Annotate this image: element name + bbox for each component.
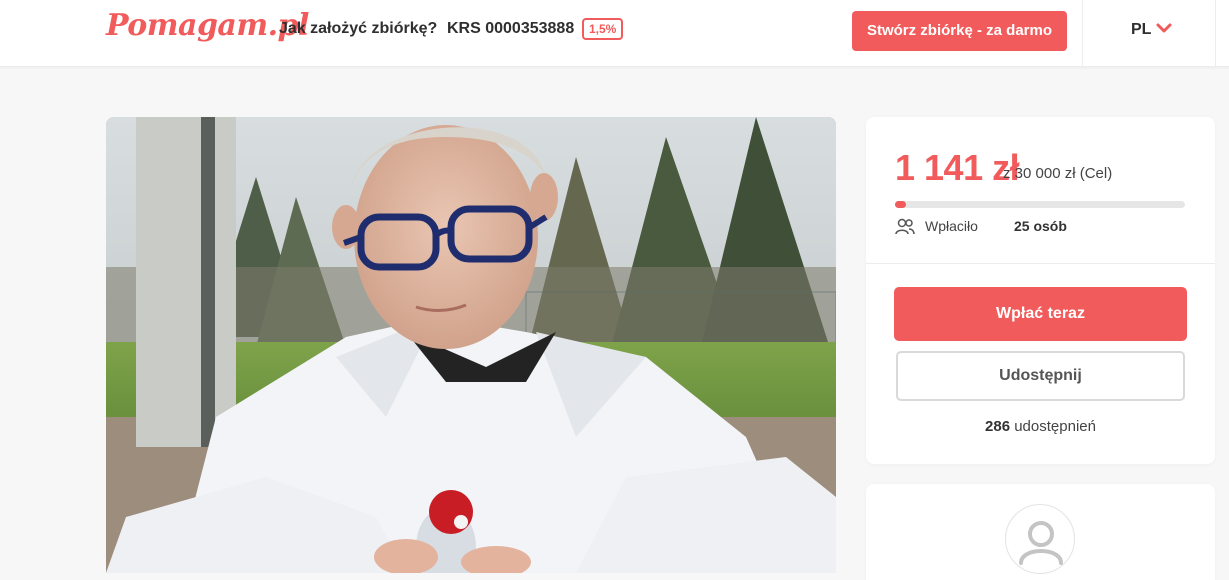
donation-card: 1 141 zł z 30 000 zł (Cel) Wpłaciło 25 o… (866, 117, 1215, 464)
avatar[interactable] (1005, 504, 1075, 574)
donors-count: 25 osób (1014, 218, 1067, 234)
divider (1215, 0, 1216, 67)
chevron-down-icon[interactable] (1156, 21, 1172, 35)
progress-fill (895, 201, 907, 208)
divider (866, 263, 1215, 264)
organizer-card (866, 484, 1215, 580)
top-navigation-bar: Pomagam.pl Jak założyć zbiórkę? KRS 0000… (0, 0, 1229, 67)
campaign-photo-image (106, 117, 836, 573)
how-to-create-link[interactable]: Jak założyć zbiórkę? (279, 20, 437, 38)
language-selector[interactable]: PL (1131, 21, 1151, 39)
create-fundraiser-button[interactable]: Stwórz zbiórkę - za darmo (852, 11, 1067, 51)
user-avatar-icon (1019, 521, 1063, 565)
campaign-photo[interactable] (106, 117, 836, 573)
progress-bar (895, 201, 1185, 208)
tax-percent-badge[interactable]: 1,5% (582, 18, 624, 40)
share-button[interactable]: Udostępnij (896, 351, 1185, 401)
divider (1082, 0, 1083, 67)
amount-raised: 1 141 zł (895, 147, 1020, 188)
shares-number: 286 (985, 418, 1011, 435)
shares-label: udostępnień (1014, 418, 1096, 435)
people-icon (895, 218, 915, 235)
goal-amount: z 30 000 zł (Cel) (1003, 165, 1113, 182)
donors-label: Wpłaciło (925, 218, 978, 234)
shares-count: 286 udostępnień (866, 418, 1215, 435)
krs-link[interactable]: KRS 0000353888 (447, 20, 574, 38)
donate-now-button[interactable]: Wpłać teraz (894, 287, 1187, 341)
